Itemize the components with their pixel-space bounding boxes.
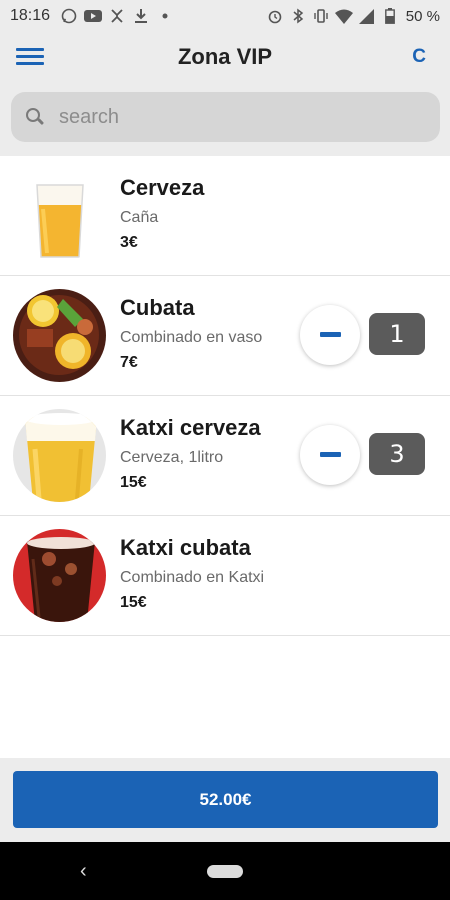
item-price: 15€ xyxy=(120,594,147,611)
dot-icon xyxy=(156,7,174,25)
back-icon[interactable]: ‹ xyxy=(80,860,87,883)
item-name: Cerveza xyxy=(120,175,205,200)
decrease-quantity-button[interactable] xyxy=(300,425,360,485)
item-price: 7€ xyxy=(120,354,138,371)
signal-icon xyxy=(358,7,376,25)
search-input[interactable] xyxy=(59,105,399,129)
search-bar xyxy=(0,84,450,156)
list-item[interactable]: Katxi cerveza Cerveza, 1litro 15€ 3 xyxy=(0,396,450,516)
vibrate-icon xyxy=(312,7,330,25)
total-checkout-button[interactable]: 52.00€ xyxy=(13,771,438,828)
checkout-area: 52.00€ xyxy=(0,758,450,842)
wifi-icon xyxy=(334,7,353,25)
item-price: 3€ xyxy=(120,234,138,251)
large-beer-cup-image xyxy=(13,409,106,502)
battery-icon xyxy=(381,7,399,25)
app-bar: Zona VIP C xyxy=(0,32,450,84)
youtube-icon xyxy=(84,7,103,25)
notification-icon xyxy=(108,7,126,25)
minus-icon xyxy=(320,452,341,457)
list-item[interactable]: Cerveza Caña 3€ xyxy=(0,156,450,276)
status-bar: 18:16 50 % xyxy=(0,0,450,32)
system-nav-bar: ‹ xyxy=(0,842,450,900)
item-description: Cerveza, 1litro xyxy=(120,449,224,466)
minus-icon xyxy=(320,332,341,337)
list-item[interactable]: Cubata Combinado en vaso 7€ 1 xyxy=(0,276,450,396)
clear-button[interactable]: C xyxy=(412,46,426,68)
search-icon xyxy=(25,107,45,127)
battery-percent: 50 % xyxy=(405,7,440,25)
bluetooth-icon xyxy=(289,7,307,25)
item-name: Katxi cerveza xyxy=(120,415,261,440)
quantity-badge: 1 xyxy=(369,313,425,355)
alarm-icon xyxy=(266,7,284,25)
status-time: 18:16 xyxy=(10,7,51,24)
decrease-quantity-button[interactable] xyxy=(300,305,360,365)
page-title: Zona VIP xyxy=(177,44,273,69)
download-icon xyxy=(132,7,150,25)
home-pill-icon[interactable] xyxy=(207,865,243,878)
product-list: Cerveza Caña 3€ Cubata Combinado en vaso… xyxy=(0,156,450,636)
item-name: Cubata xyxy=(120,295,195,320)
beer-glass-image xyxy=(13,169,106,262)
item-name: Katxi cubata xyxy=(120,535,251,560)
item-description: Combinado en vaso xyxy=(120,329,263,346)
quantity-badge: 3 xyxy=(369,433,425,475)
item-description: Combinado en Katxi xyxy=(120,569,265,586)
large-cocktail-cup-image xyxy=(13,529,106,622)
item-description: Caña xyxy=(120,209,159,226)
whatsapp-icon xyxy=(60,7,78,25)
cocktail-glass-image xyxy=(13,289,106,382)
item-price: 15€ xyxy=(120,474,147,491)
list-item[interactable]: Katxi cubata Combinado en Katxi 15€ xyxy=(0,516,450,636)
search-box[interactable] xyxy=(11,92,440,142)
